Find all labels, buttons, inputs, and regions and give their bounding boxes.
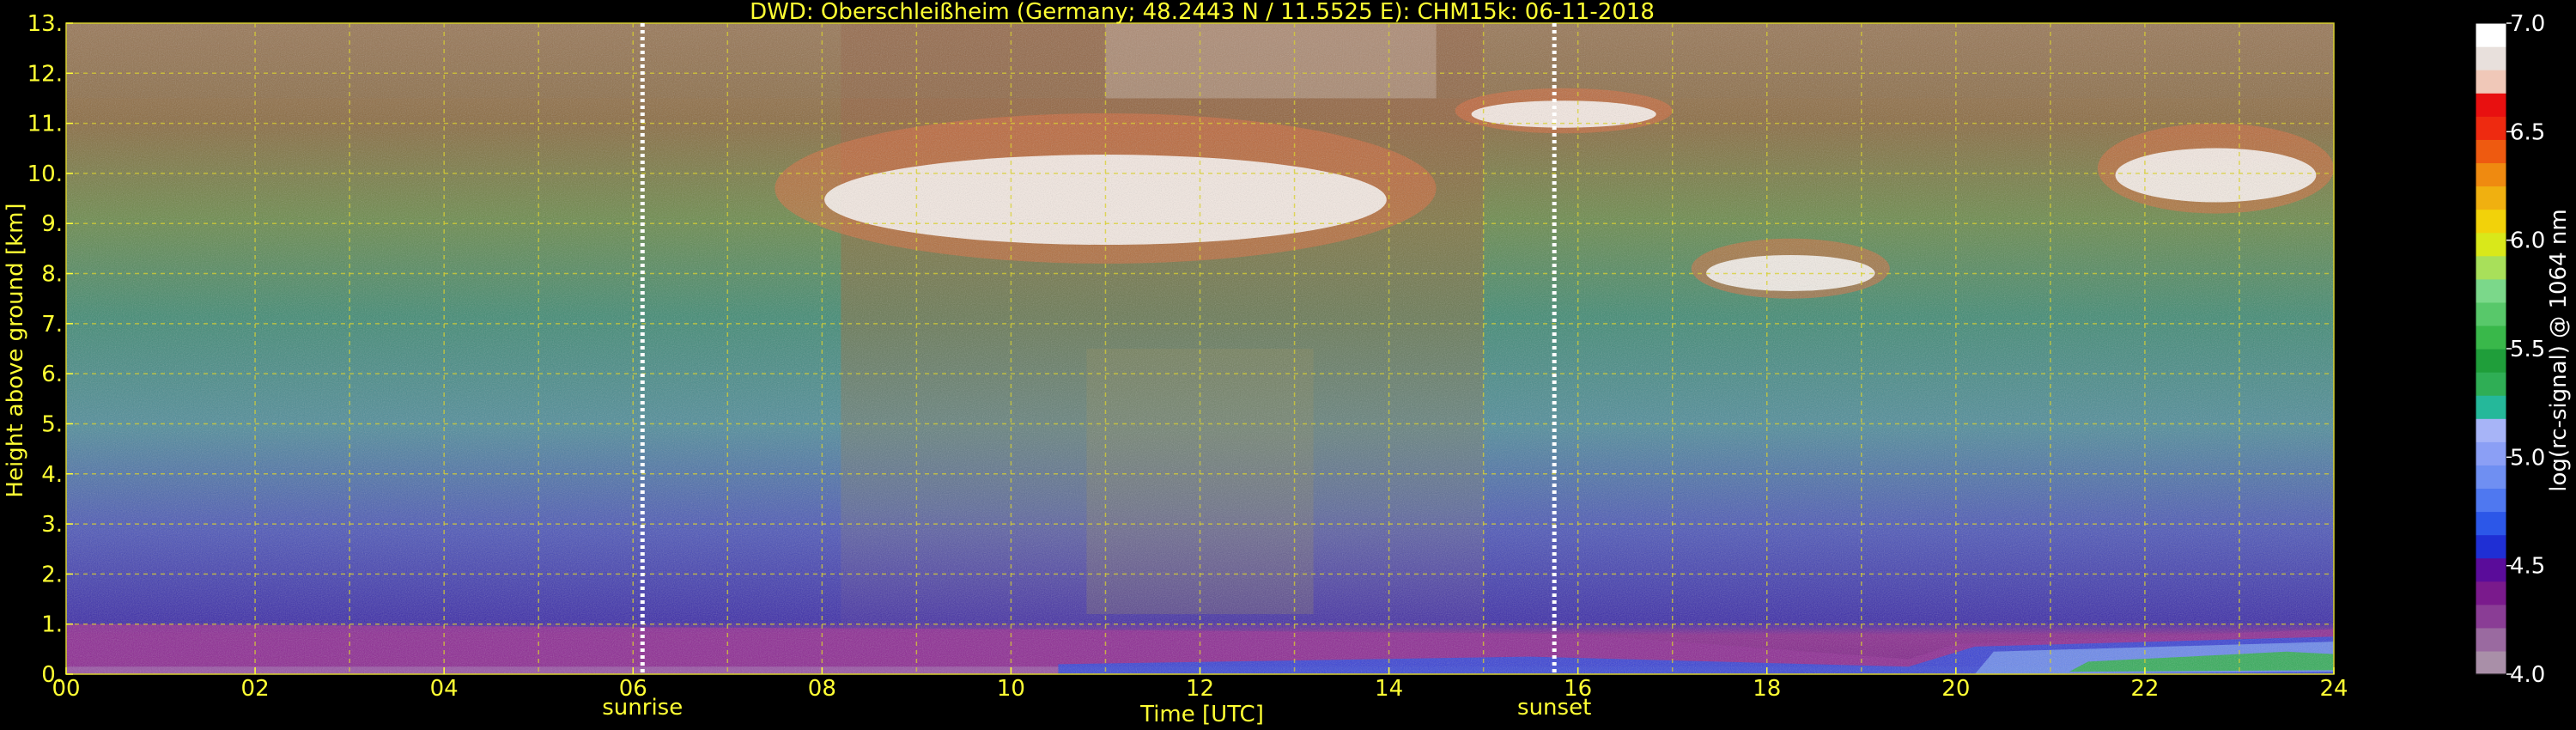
colorbar-swatch	[2476, 372, 2506, 396]
x-axis-label: Time [UTC]	[1139, 702, 1264, 727]
colorbar-swatch	[2476, 46, 2506, 70]
colorbar-swatch	[2476, 627, 2506, 652]
y-tick-label: 0.	[41, 662, 63, 688]
colorbar-tick-label: 5.5	[2510, 337, 2545, 362]
colorbar-swatch	[2476, 278, 2506, 303]
y-tick-label: 8.	[41, 262, 63, 288]
y-tick-label: 3.	[41, 512, 63, 538]
y-tick-label: 5.	[41, 411, 63, 437]
colorbar-tick-label: 7.0	[2510, 11, 2545, 37]
colorbar-tick-label: 5.0	[2510, 445, 2545, 471]
colorbar-swatch	[2476, 162, 2506, 187]
colorbar-swatch	[2476, 650, 2506, 675]
colorbar-swatch	[2476, 581, 2506, 605]
colorbar-swatch	[2476, 557, 2506, 582]
colorbar-swatch	[2476, 23, 2506, 47]
colorbar-swatch	[2476, 301, 2506, 326]
colorbar-swatch	[2476, 116, 2506, 140]
x-tick-label: 16	[1564, 676, 1592, 702]
y-tick-label: 1.	[41, 612, 63, 638]
colorbar-tick-label: 6.0	[2510, 228, 2545, 254]
colorbar-swatch	[2476, 349, 2506, 373]
x-tick-label: 20	[1941, 676, 1970, 702]
x-tick-label: 22	[2130, 676, 2159, 702]
y-tick-label: 2.	[41, 562, 63, 587]
y-tick-label: 13.	[27, 11, 63, 37]
y-tick-label: 11.	[27, 112, 63, 137]
y-tick-label: 10.	[27, 161, 63, 187]
x-tick-label: 14	[1375, 676, 1403, 702]
x-tick-label: 04	[430, 676, 459, 702]
colorbar-swatch	[2476, 465, 2506, 490]
colorbar-swatch	[2476, 418, 2506, 442]
x-tick-label: 12	[1186, 676, 1214, 702]
x-tick-label: 02	[241, 676, 270, 702]
y-tick-label: 12.	[27, 61, 63, 87]
x-tick-label: 18	[1753, 676, 1781, 702]
chart-title: DWD: Oberschleißheim (Germany; 48.2443 N…	[750, 0, 1655, 25]
ceilometer-chart: sunrise sunset 00 02 04 06 08 10 12 14 16 18 20 22 24…	[3, 0, 2572, 727]
y-tick-label: 6.	[41, 362, 63, 387]
x-tick-label: 10	[997, 676, 1025, 702]
colorbar-label: log(rc-signal) @ 1064 nm	[2546, 209, 2572, 491]
x-tick-label: 24	[2319, 676, 2348, 702]
colorbar-swatch	[2476, 139, 2506, 164]
colorbar-tick-label: 6.5	[2510, 119, 2545, 145]
colorbar-swatch	[2476, 534, 2506, 559]
y-tick-label: 9.	[41, 211, 63, 237]
colorbar-swatch	[2476, 70, 2506, 94]
colorbar-swatch	[2476, 186, 2506, 210]
y-tick-label: 4.	[41, 462, 63, 488]
colorbar-swatch	[2476, 604, 2506, 629]
colorbar-swatch	[2476, 441, 2506, 465]
y-tick-label: 7.	[41, 312, 63, 338]
colorbar-swatch	[2476, 232, 2506, 257]
colorbar-swatch	[2476, 209, 2506, 234]
colorbar-swatch	[2476, 511, 2506, 536]
x-tick-label: 06	[619, 676, 647, 702]
colorbar-tick-label: 4.5	[2510, 554, 2545, 580]
colorbar-swatch	[2476, 488, 2506, 513]
colorbar-swatch	[2476, 93, 2506, 117]
y-axis-label: Height above ground [km]	[3, 203, 28, 497]
colorbar-swatch	[2476, 325, 2506, 350]
colorbar-swatch	[2476, 395, 2506, 419]
x-tick-label: 08	[808, 676, 836, 702]
colorbar-tick-label: 4.0	[2510, 662, 2545, 688]
colorbar: 4.0 4.5 5.0 5.5 6.0 6.5 7.0	[2475, 11, 2545, 688]
colorbar-swatch	[2476, 255, 2506, 280]
